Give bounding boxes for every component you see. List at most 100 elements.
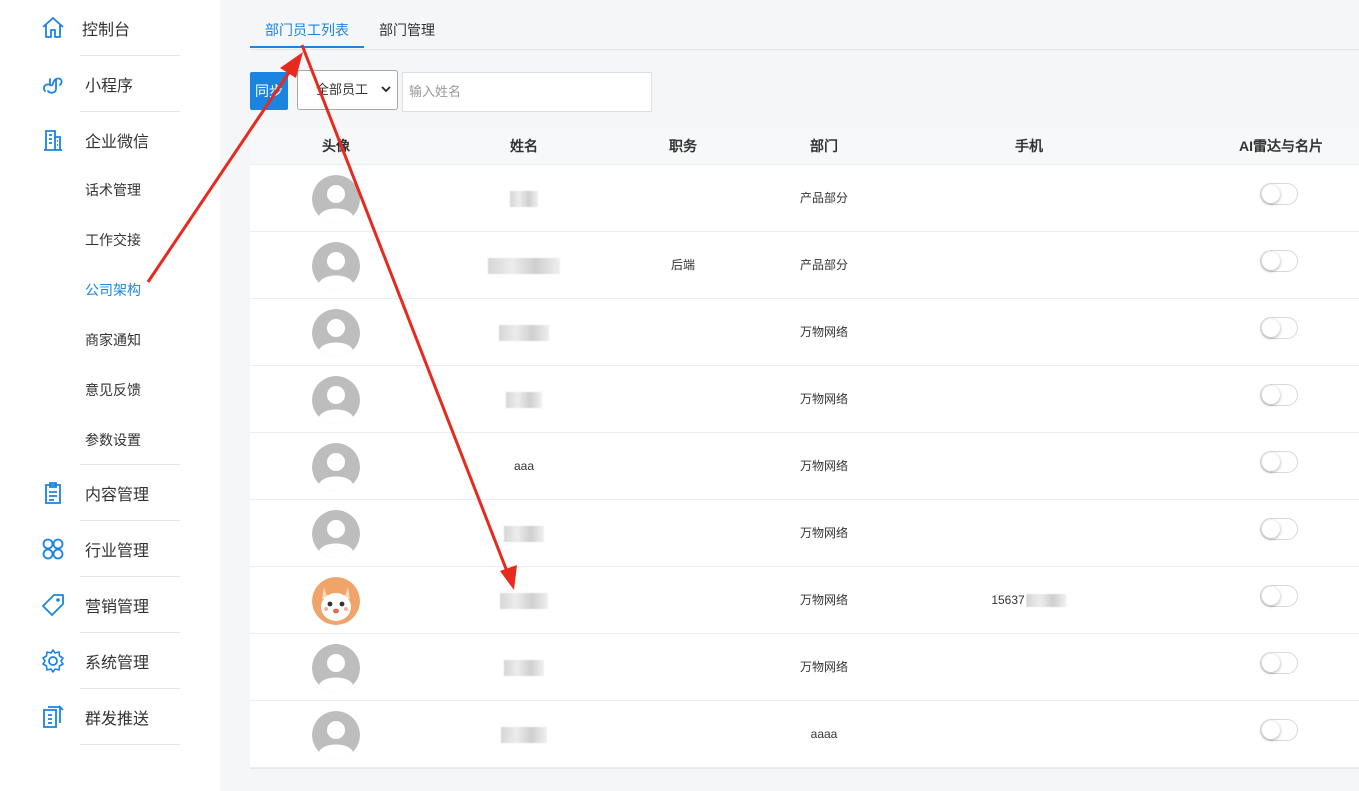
active-tab-indicator <box>250 46 364 48</box>
redacted-name <box>501 726 547 743</box>
toggle-knob <box>1262 386 1280 404</box>
table-row: 万物网络 <box>250 634 1359 701</box>
clover-icon <box>42 538 64 560</box>
cell-department: 万物网络 <box>799 392 849 406</box>
ai-radar-toggle[interactable] <box>1260 317 1298 339</box>
cell-department: 万物网络 <box>799 526 849 540</box>
cell-phone: 15637 <box>991 567 1067 634</box>
clipboard-icon <box>45 482 61 504</box>
nav-content[interactable]: 内容管理 <box>0 465 220 521</box>
tab-department-management[interactable]: 部门管理 <box>379 0 435 50</box>
nav-industry[interactable]: 行业管理 <box>0 521 220 577</box>
avatar <box>312 577 360 625</box>
table-row: 后端 产品部分 <box>250 232 1359 299</box>
cell-department: 万物网络 <box>799 325 849 339</box>
table-row: 万物网络 <box>250 299 1359 366</box>
main-content: 部门员工列表 部门管理 同步 全部员工 输入姓名 头像 姓名 职务 部门 手机 … <box>250 0 1359 791</box>
toggle-knob <box>1262 520 1280 538</box>
phone-number: 15637 <box>991 593 1025 607</box>
nav-label: 群发推送 <box>85 711 150 728</box>
cell-department: aaaa <box>810 727 838 741</box>
name-search-input[interactable]: 输入姓名 <box>402 72 652 112</box>
toggle-knob <box>1262 654 1280 672</box>
staff-filter-select[interactable]: 全部员工 <box>297 70 398 110</box>
header-position: 职务 <box>669 138 697 154</box>
nav-marketing[interactable]: 营销管理 <box>0 577 220 633</box>
sub-item-company-structure[interactable]: 公司架构 <box>85 265 195 315</box>
ai-radar-toggle[interactable] <box>1260 384 1298 406</box>
tab-bar: 部门员工列表 部门管理 <box>250 0 1359 50</box>
cell-position: 后端 <box>670 258 696 272</box>
sub-item-merchant-notice[interactable]: 商家通知 <box>85 315 195 365</box>
cell-department: 产品部分 <box>799 258 849 272</box>
nav-label: 行业管理 <box>85 543 150 560</box>
chevron-down-icon <box>381 86 391 93</box>
nav-label: 内容管理 <box>85 487 150 504</box>
nav-miniprogram[interactable]: 小程序 <box>0 56 220 112</box>
redacted-name <box>504 659 544 676</box>
table-row: 万物网络 <box>250 500 1359 567</box>
avatar <box>312 175 360 223</box>
table-row: aaaa <box>250 701 1359 768</box>
sub-item-scripts[interactable]: 话术管理 <box>85 165 195 215</box>
ai-radar-toggle[interactable] <box>1260 652 1298 674</box>
redacted-name <box>500 592 548 609</box>
avatar <box>312 309 360 357</box>
cell-name <box>488 232 560 299</box>
cell-name <box>510 165 538 232</box>
cell-department: 产品部分 <box>799 191 849 205</box>
tab-department-staff-list[interactable]: 部门员工列表 <box>265 0 349 50</box>
avatar <box>312 510 360 558</box>
toggle-knob <box>1262 453 1280 471</box>
nav-label: 企业微信 <box>85 134 150 151</box>
sidebar: 控制台 小程序 企业微信 话术管理 工作交接 公司架构 商家通知 意见反馈 参数… <box>0 0 220 791</box>
cell-department: 万物网络 <box>799 660 849 674</box>
sub-item-settings[interactable]: 参数设置 <box>85 415 195 465</box>
nav-label: 系统管理 <box>85 655 150 672</box>
nav-system[interactable]: 系统管理 <box>0 633 220 689</box>
ai-radar-toggle[interactable] <box>1260 518 1298 540</box>
miniprogram-icon <box>43 77 63 94</box>
avatar <box>312 644 360 692</box>
cell-department: 万物网络 <box>799 593 849 607</box>
staff-filter-value: 全部员工 <box>316 82 369 97</box>
table-row: 万物网络 15637 <box>250 567 1359 634</box>
table-row: 产品部分 <box>250 165 1359 232</box>
ai-radar-toggle[interactable] <box>1260 250 1298 272</box>
toggle-knob <box>1262 721 1280 739</box>
table-row: aaa 万物网络 <box>250 433 1359 500</box>
avatar <box>312 711 360 759</box>
sync-button[interactable]: 同步 <box>250 72 288 110</box>
ai-radar-toggle[interactable] <box>1260 183 1298 205</box>
ai-radar-toggle[interactable] <box>1260 451 1298 473</box>
nav-label: 控制台 <box>82 22 131 39</box>
nav-label: 营销管理 <box>85 599 150 616</box>
nav-broadcast[interactable]: 群发推送 <box>0 689 220 745</box>
redacted-name <box>504 525 544 542</box>
sub-item-handover[interactable]: 工作交接 <box>85 215 195 265</box>
avatar <box>312 242 360 290</box>
cell-name <box>504 634 544 701</box>
cell-department: 万物网络 <box>799 459 849 473</box>
header-name: 姓名 <box>510 138 538 154</box>
staff-table: 头像 姓名 职务 部门 手机 AI雷达与名片 产品部分 后端 产品部分 万物网络 万物网… <box>250 127 1359 769</box>
nav-label: 小程序 <box>85 78 134 95</box>
ai-radar-toggle[interactable] <box>1260 719 1298 741</box>
avatar <box>312 376 360 424</box>
header-avatar: 头像 <box>322 138 350 154</box>
cell-name <box>506 366 542 433</box>
toggle-knob <box>1262 252 1280 270</box>
nav-dashboard[interactable]: 控制台 <box>0 0 220 56</box>
building-icon <box>44 130 62 151</box>
cell-name <box>501 701 547 768</box>
tag-icon <box>42 594 64 616</box>
ai-radar-toggle[interactable] <box>1260 585 1298 607</box>
nav-wecom[interactable]: 企业微信 <box>0 112 220 168</box>
redacted-phone <box>1026 594 1067 608</box>
header-phone: 手机 <box>1015 138 1043 154</box>
sub-item-feedback[interactable]: 意见反馈 <box>85 365 195 415</box>
cell-name <box>500 567 548 634</box>
redacted-name <box>510 190 538 207</box>
employee-name: aaa <box>513 459 535 473</box>
toggle-knob <box>1262 319 1280 337</box>
